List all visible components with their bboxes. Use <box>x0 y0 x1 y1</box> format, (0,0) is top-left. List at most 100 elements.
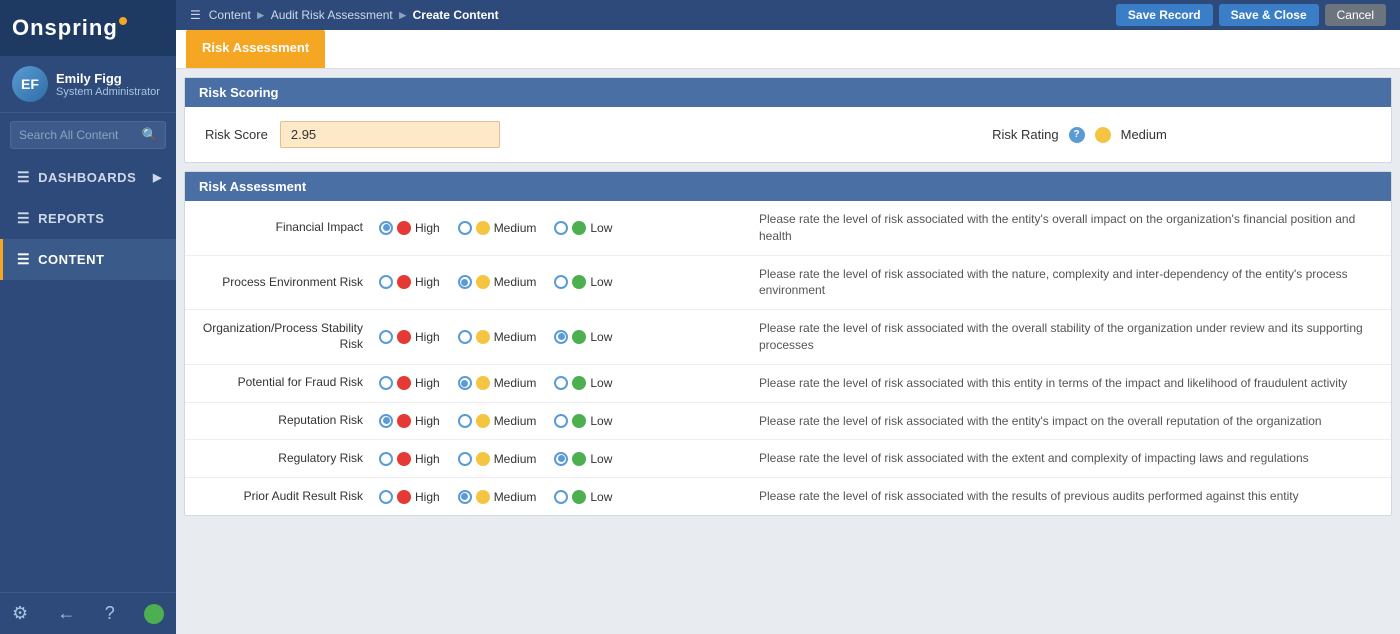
risk-option-low[interactable]: Low <box>554 330 612 344</box>
tab-risk-assessment[interactable]: Risk Assessment <box>186 30 325 68</box>
option-label-medium: Medium <box>494 330 537 344</box>
radio-low[interactable] <box>554 490 568 504</box>
radio-low[interactable] <box>554 414 568 428</box>
content-area: Risk Assessment Risk Scoring Risk Score … <box>176 30 1400 634</box>
risk-option-low[interactable]: Low <box>554 490 612 504</box>
risk-option-high[interactable]: High <box>379 221 440 235</box>
radio-low[interactable] <box>554 275 568 289</box>
risk-option-medium[interactable]: Medium <box>458 275 537 289</box>
help-icon[interactable]: ? <box>105 603 115 624</box>
risk-option-medium[interactable]: Medium <box>458 452 537 466</box>
risk-option-medium[interactable]: Medium <box>458 221 537 235</box>
breadcrumb-sep-2: ► <box>397 8 409 22</box>
risk-option-low[interactable]: Low <box>554 414 612 428</box>
search-input[interactable] <box>11 123 135 147</box>
risk-row-options: High Medium Low <box>379 452 759 466</box>
radio-high[interactable] <box>379 275 393 289</box>
dot-medium <box>476 490 490 504</box>
settings-icon[interactable]: ⚙ <box>12 603 28 624</box>
risk-option-high[interactable]: High <box>379 452 440 466</box>
option-label-medium: Medium <box>494 275 537 289</box>
option-label-high: High <box>415 414 440 428</box>
radio-low[interactable] <box>554 452 568 466</box>
sidebar-item-content[interactable]: ☰ CONTENT <box>0 239 176 280</box>
radio-high[interactable] <box>379 376 393 390</box>
risk-row-options: High Medium Low <box>379 490 759 504</box>
risk-option-high[interactable]: High <box>379 275 440 289</box>
reports-icon: ☰ <box>17 210 30 227</box>
search-icon[interactable]: 🔍 <box>135 122 165 148</box>
radio-high[interactable] <box>379 414 393 428</box>
risk-option-high[interactable]: High <box>379 490 440 504</box>
logo-text: Onspring <box>12 15 118 41</box>
score-group: Risk Score 2.95 <box>205 121 788 148</box>
dot-low <box>572 490 586 504</box>
radio-high[interactable] <box>379 452 393 466</box>
topbar-actions: Save Record Save & Close Cancel <box>1116 4 1386 26</box>
radio-high[interactable] <box>379 330 393 344</box>
chevron-right-icon: ▶ <box>153 171 162 184</box>
radio-medium[interactable] <box>458 330 472 344</box>
breadcrumb-content[interactable]: Content <box>209 8 251 22</box>
risk-row-name: Process Environment Risk <box>199 275 379 291</box>
rating-dot <box>1095 127 1111 143</box>
breadcrumb-audit[interactable]: Audit Risk Assessment <box>271 8 393 22</box>
risk-row-options: High Medium Low <box>379 376 759 390</box>
option-label-low: Low <box>590 275 612 289</box>
save-record-button[interactable]: Save Record <box>1116 4 1213 26</box>
dot-medium <box>476 330 490 344</box>
risk-row-options: High Medium Low <box>379 221 759 235</box>
risk-option-high[interactable]: High <box>379 414 440 428</box>
radio-low[interactable] <box>554 376 568 390</box>
dot-medium <box>476 414 490 428</box>
risk-option-medium[interactable]: Medium <box>458 330 537 344</box>
main-content: ☰ Content ► Audit Risk Assessment ► Crea… <box>176 0 1400 634</box>
dot-medium <box>476 221 490 235</box>
radio-medium[interactable] <box>458 275 472 289</box>
risk-row: Process Environment Risk High Medium Low Ple… <box>185 256 1391 311</box>
radio-medium[interactable] <box>458 490 472 504</box>
back-icon[interactable]: ← <box>57 603 75 624</box>
risk-row-description: Please rate the level of risk associated… <box>759 413 1377 430</box>
radio-medium[interactable] <box>458 414 472 428</box>
dot-high <box>397 330 411 344</box>
risk-option-medium[interactable]: Medium <box>458 490 537 504</box>
option-label-high: High <box>415 275 440 289</box>
search-wrapper: 🔍 <box>10 121 166 149</box>
content-icon: ☰ <box>17 251 30 268</box>
risk-assessment-header: Risk Assessment <box>185 172 1391 201</box>
logo-area: Onspring <box>0 0 176 56</box>
risk-assessment-body: Financial ImpactHighMediumLowPlease rate… <box>185 201 1391 515</box>
cancel-button[interactable]: Cancel <box>1325 4 1386 26</box>
radio-high[interactable] <box>379 221 393 235</box>
radio-medium[interactable] <box>458 376 472 390</box>
risk-option-high[interactable]: High <box>379 376 440 390</box>
risk-option-medium[interactable]: Medium <box>458 376 537 390</box>
dot-high <box>397 275 411 289</box>
risk-row-name: Prior Audit Result Risk <box>199 489 379 505</box>
radio-high[interactable] <box>379 490 393 504</box>
save-close-button[interactable]: Save & Close <box>1219 4 1319 26</box>
risk-option-low[interactable]: Low <box>554 452 612 466</box>
option-label-medium: Medium <box>494 376 537 390</box>
risk-option-low[interactable]: Low <box>554 221 612 235</box>
risk-row-description: Please rate the level of risk associated… <box>759 266 1377 300</box>
risk-option-low[interactable]: Low <box>554 376 612 390</box>
option-label-low: Low <box>590 452 612 466</box>
radio-medium[interactable] <box>458 221 472 235</box>
risk-row-name: Potential for Fraud Risk <box>199 375 379 391</box>
radio-low[interactable] <box>554 221 568 235</box>
risk-row: Regulatory RiskHighMediumLowPlease rate … <box>185 440 1391 478</box>
risk-row: Organization/Process Stability RiskHighM… <box>185 310 1391 365</box>
risk-row: Prior Audit Result RiskHighMediumLowPlea… <box>185 478 1391 515</box>
sidebar-item-reports[interactable]: ☰ REPORTS <box>0 198 176 239</box>
radio-low[interactable] <box>554 330 568 344</box>
risk-option-low[interactable]: Low <box>554 275 612 289</box>
dot-high <box>397 452 411 466</box>
rating-info-icon[interactable]: ? <box>1069 127 1085 143</box>
risk-option-medium[interactable]: Medium <box>458 414 537 428</box>
risk-option-high[interactable]: High <box>379 330 440 344</box>
sidebar: Onspring EF Emily Figg System Administra… <box>0 0 176 634</box>
radio-medium[interactable] <box>458 452 472 466</box>
sidebar-item-dashboards[interactable]: ☰ DASHBOARDS ▶ <box>0 157 176 198</box>
